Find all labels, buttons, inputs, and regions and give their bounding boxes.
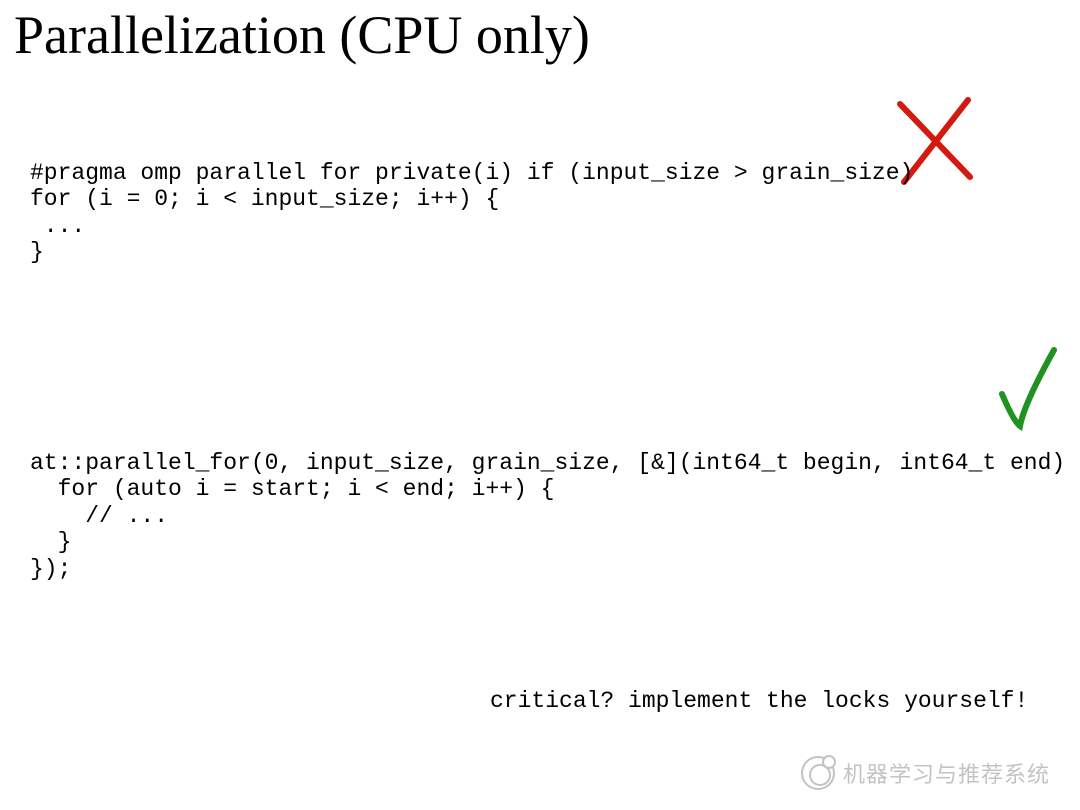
- slide-title: Parallelization (CPU only): [14, 4, 590, 66]
- slide: Parallelization (CPU only) #pragma omp p…: [0, 0, 1080, 810]
- code-example-good: at::parallel_for(0, input_size, grain_si…: [30, 450, 1080, 582]
- watermark-text: 机器学习与推荐系统: [843, 757, 1050, 789]
- code-example-bad: #pragma omp parallel for private(i) if (…: [30, 160, 913, 266]
- wechat-icon: [801, 756, 835, 790]
- check-icon: [996, 344, 1066, 434]
- footer-note: critical? implement the locks yourself!: [490, 688, 1028, 714]
- watermark: 机器学习与推荐系统: [801, 756, 1050, 790]
